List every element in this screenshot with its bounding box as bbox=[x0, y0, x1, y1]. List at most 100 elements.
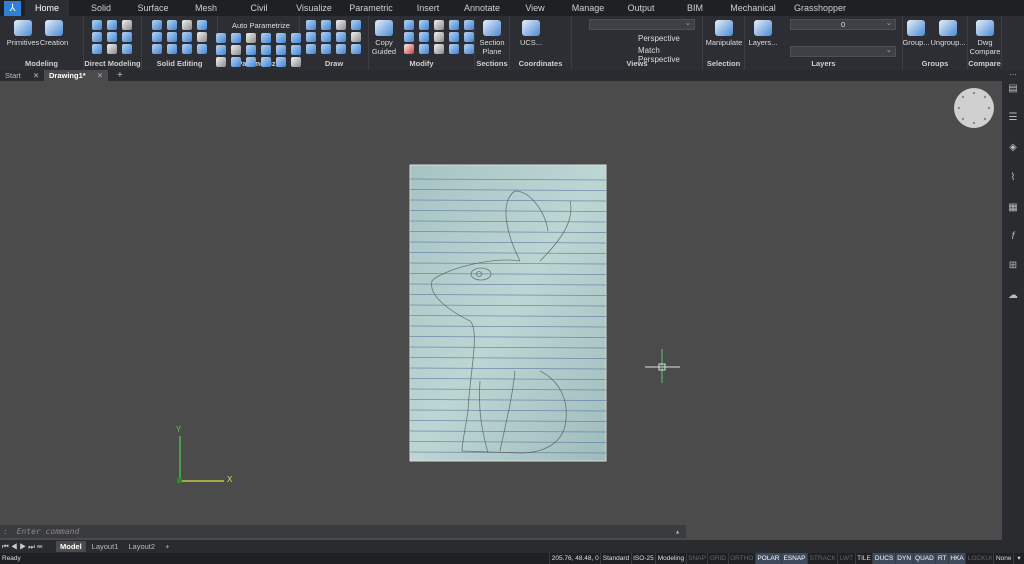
ucs-button[interactable]: UCS... bbox=[510, 20, 552, 47]
tool-icon[interactable] bbox=[449, 44, 459, 54]
tool-icon[interactable] bbox=[151, 32, 162, 42]
ribbon-tab-mechanical[interactable]: Mechanical bbox=[720, 0, 786, 16]
tool-icon[interactable] bbox=[290, 33, 301, 43]
status-dim[interactable]: ISO-25 bbox=[630, 553, 656, 564]
function-icon[interactable]: f bbox=[1007, 231, 1019, 243]
toggle-none[interactable]: None bbox=[993, 553, 1013, 564]
tool-icon[interactable] bbox=[245, 45, 256, 55]
close-icon[interactable]: ✕ bbox=[97, 70, 103, 81]
tool-icon[interactable] bbox=[449, 20, 459, 30]
tool-icon[interactable] bbox=[351, 32, 361, 42]
tool-icon[interactable] bbox=[260, 45, 271, 55]
tool-icon[interactable] bbox=[260, 33, 271, 43]
doc-tab-start[interactable]: Start ✕ bbox=[0, 70, 44, 81]
ribbon-tab-view[interactable]: View bbox=[515, 0, 554, 16]
tool-icon[interactable] bbox=[92, 20, 102, 30]
tool-icon[interactable] bbox=[351, 44, 361, 54]
structure-icon[interactable]: ⊞ bbox=[1007, 260, 1019, 272]
tool-icon[interactable] bbox=[215, 33, 226, 43]
tool-icon[interactable] bbox=[351, 20, 361, 30]
tool-icon[interactable] bbox=[336, 20, 346, 30]
auto-parametrize-button[interactable]: Auto Parametrize bbox=[232, 21, 290, 30]
ribbon-tab-grasshopper[interactable]: Grasshopper bbox=[784, 0, 856, 16]
tool-icon[interactable] bbox=[290, 45, 301, 55]
tool-icon[interactable] bbox=[92, 32, 102, 42]
tool-icon[interactable] bbox=[230, 57, 241, 67]
ribbon-tab-home[interactable]: Home bbox=[24, 0, 70, 16]
ribbon-tab-bim[interactable]: BIM bbox=[677, 0, 713, 16]
status-style[interactable]: Standard bbox=[600, 553, 630, 564]
layout-tab-layout2[interactable]: Layout2 bbox=[124, 541, 159, 552]
new-tab-button[interactable]: + bbox=[112, 70, 128, 81]
status-coords[interactable]: 205.76, 48.48, 0 bbox=[549, 553, 600, 564]
tool-icon[interactable] bbox=[215, 57, 226, 67]
ribbon-tab-insert[interactable]: Insert bbox=[407, 0, 450, 16]
toggle-snap[interactable]: SNAP bbox=[685, 553, 708, 564]
tool-icon[interactable] bbox=[275, 33, 286, 43]
ribbon-tab-surface[interactable]: Surface bbox=[127, 0, 178, 16]
tool-icon[interactable] bbox=[419, 20, 429, 30]
toggle-hka[interactable]: HKA bbox=[947, 553, 966, 564]
tool-icon[interactable] bbox=[275, 45, 286, 55]
ribbon-tab-parametric[interactable]: Parametric bbox=[339, 0, 403, 16]
command-line[interactable]: : Enter command ▴ bbox=[0, 525, 686, 538]
manipulate-button[interactable]: Manipulate bbox=[703, 20, 745, 47]
toggle-tile[interactable]: TILE bbox=[854, 553, 873, 564]
layer-filter-combo[interactable] bbox=[790, 45, 896, 57]
tool-icon[interactable] bbox=[122, 44, 132, 54]
layout-tab-layout1[interactable]: Layout1 bbox=[88, 541, 123, 552]
drawing-canvas[interactable]: Y X bbox=[0, 81, 1002, 525]
toggle-polar[interactable]: POLAR bbox=[754, 553, 781, 564]
layers-button[interactable]: Layers... bbox=[742, 20, 784, 47]
toggle-quad[interactable]: QUAD bbox=[912, 553, 936, 564]
tool-icon[interactable] bbox=[245, 33, 256, 43]
layers-icon[interactable]: ◈ bbox=[1007, 142, 1019, 154]
tool-icon[interactable] bbox=[449, 32, 459, 42]
hatch-icon[interactable]: ▦ bbox=[1007, 202, 1019, 214]
layout-tab-model[interactable]: Model bbox=[56, 541, 86, 552]
tool-icon[interactable] bbox=[92, 44, 102, 54]
tool-icon[interactable] bbox=[166, 20, 177, 30]
tool-icon[interactable] bbox=[166, 44, 177, 54]
expand-icon[interactable]: ▴ bbox=[675, 525, 680, 538]
toggle-grid[interactable]: GRID bbox=[707, 553, 727, 564]
status-menu-arrow[interactable]: ▾ bbox=[1013, 553, 1024, 564]
tool-icon[interactable] bbox=[215, 45, 226, 55]
tool-icon[interactable] bbox=[321, 44, 331, 54]
close-icon[interactable]: ✕ bbox=[33, 71, 39, 80]
tool-icon[interactable] bbox=[181, 44, 192, 54]
tool-icon[interactable] bbox=[434, 20, 444, 30]
toggle-rt[interactable]: RT bbox=[935, 553, 948, 564]
tool-icon[interactable] bbox=[245, 57, 256, 67]
tool-icon[interactable] bbox=[306, 32, 316, 42]
tool-icon[interactable] bbox=[122, 32, 132, 42]
tool-icon[interactable] bbox=[404, 32, 414, 42]
tool-icon[interactable] bbox=[321, 32, 331, 42]
tool-icon[interactable] bbox=[151, 44, 162, 54]
toggle-ducs[interactable]: DUCS bbox=[872, 553, 895, 564]
tool-icon[interactable] bbox=[434, 32, 444, 42]
ribbon-tab-manage[interactable]: Manage bbox=[562, 0, 615, 16]
tool-icon[interactable] bbox=[181, 32, 192, 42]
creation-button[interactable]: Creation bbox=[33, 20, 75, 47]
dwg-compare-button[interactable]: Dwg Compare bbox=[964, 20, 1006, 56]
ribbon-tab-solid[interactable]: Solid bbox=[81, 0, 121, 16]
tool-icon[interactable] bbox=[122, 20, 132, 30]
tool-icon[interactable] bbox=[275, 57, 286, 67]
ribbon-tab-visualize[interactable]: Visualize bbox=[286, 0, 342, 16]
tool-icon[interactable] bbox=[419, 44, 429, 54]
tool-icon[interactable] bbox=[166, 32, 177, 42]
toggle-strack[interactable]: STRACK bbox=[807, 553, 837, 564]
tool-icon[interactable] bbox=[404, 20, 414, 30]
app-menu-button[interactable]: ⅄ bbox=[4, 1, 21, 16]
ribbon-tab-mesh[interactable]: Mesh bbox=[185, 0, 227, 16]
toggle-dyn[interactable]: DYN bbox=[894, 553, 913, 564]
more-icon[interactable]: ⋯ bbox=[1007, 70, 1019, 82]
tool-icon[interactable] bbox=[107, 20, 117, 30]
match-perspective-button[interactable]: Match Perspective bbox=[638, 46, 702, 64]
tool-icon[interactable] bbox=[306, 20, 316, 30]
layout-tab-add[interactable]: + bbox=[161, 541, 173, 552]
toggle-ortho[interactable]: ORTHO bbox=[727, 553, 755, 564]
tool-icon[interactable] bbox=[260, 57, 271, 67]
toggle-lockui[interactable]: LOCKUI bbox=[965, 553, 993, 564]
